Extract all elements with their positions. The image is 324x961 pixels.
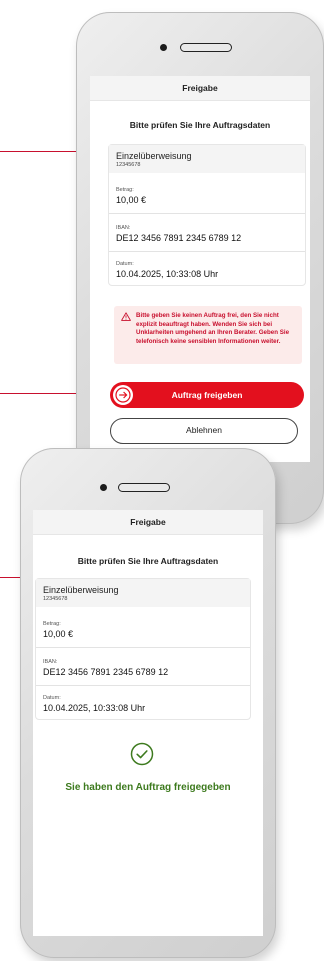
field-amount: Betrag: 10,00 € xyxy=(109,183,305,214)
warning-text: Bitte geben Sie keinen Auftrag frei, den… xyxy=(136,312,290,345)
phone-mockup-2: Freigabe Bitte prüfen Sie Ihre Auftragsd… xyxy=(20,448,276,958)
arrow-circle xyxy=(113,385,133,405)
field-label: IBAN: xyxy=(43,659,58,665)
field-amount: Betrag: 10,00 € xyxy=(36,617,250,648)
field-value: 10.04.2025, 10:33:08 Uhr xyxy=(116,269,219,279)
order-reference: 12345678 xyxy=(43,596,68,602)
phone-screen-1: Freigabe Bitte prüfen Sie Ihre Auftragsd… xyxy=(90,76,310,462)
field-iban: IBAN: DE12 3456 7891 2345 6789 12 xyxy=(36,655,250,686)
speaker-grille xyxy=(180,43,232,52)
arrow-right-icon xyxy=(115,387,131,403)
field-value: 10,00 € xyxy=(43,629,74,639)
order-type: Einzelüberweisung xyxy=(116,151,192,161)
speaker-grille xyxy=(118,483,170,492)
field-label: Datum: xyxy=(116,261,134,267)
field-value: DE12 3456 7891 2345 6789 12 xyxy=(43,667,169,677)
checkmark-circle-icon xyxy=(130,742,154,766)
check-title: Bitte prüfen Sie Ihre Auftragsdaten xyxy=(129,120,271,130)
pointer-line-1 xyxy=(0,151,82,152)
field-label: Datum: xyxy=(43,695,61,701)
field-iban: IBAN: DE12 3456 7891 2345 6789 12 xyxy=(109,221,305,252)
order-card-header: Einzelüberweisung 12345678 xyxy=(109,145,305,173)
order-card: Einzelüberweisung 12345678 Betrag: 10,00… xyxy=(35,578,251,720)
check-title: Bitte prüfen Sie Ihre Auftragsdaten xyxy=(77,556,219,566)
field-value: 10,00 € xyxy=(116,195,147,205)
field-value: 10.04.2025, 10:33:08 Uhr xyxy=(43,703,146,713)
approve-button[interactable]: Auftrag freigeben xyxy=(110,382,304,408)
success-message: Sie haben den Auftrag freigegeben xyxy=(65,782,231,793)
field-date: Datum: 10.04.2025, 10:33:08 Uhr xyxy=(36,691,250,719)
field-value: DE12 3456 7891 2345 6789 12 xyxy=(116,233,242,243)
phone-screen-2: Freigabe Bitte prüfen Sie Ihre Auftragsd… xyxy=(33,510,263,936)
app-header: Freigabe xyxy=(90,76,310,101)
order-type: Einzelüberweisung xyxy=(43,585,119,595)
warning-box: Bitte geben Sie keinen Auftrag frei, den… xyxy=(114,306,302,364)
field-date: Datum: 10.04.2025, 10:33:08 Uhr xyxy=(109,257,305,285)
order-reference: 12345678 xyxy=(116,162,141,168)
order-card-header: Einzelüberweisung 12345678 xyxy=(36,579,250,607)
order-card: Einzelüberweisung 12345678 Betrag: 10,00… xyxy=(108,144,306,286)
field-label: Betrag: xyxy=(116,187,134,193)
approve-label: Auftrag freigeben xyxy=(171,390,243,400)
reject-label: Ablehnen xyxy=(186,425,222,435)
app-header: Freigabe xyxy=(33,510,263,535)
field-label: Betrag: xyxy=(43,621,61,627)
reject-button[interactable]: Ablehnen xyxy=(110,418,298,444)
front-camera xyxy=(160,44,167,51)
field-label: IBAN: xyxy=(116,225,131,231)
front-camera xyxy=(100,484,107,491)
warning-icon xyxy=(121,312,131,321)
